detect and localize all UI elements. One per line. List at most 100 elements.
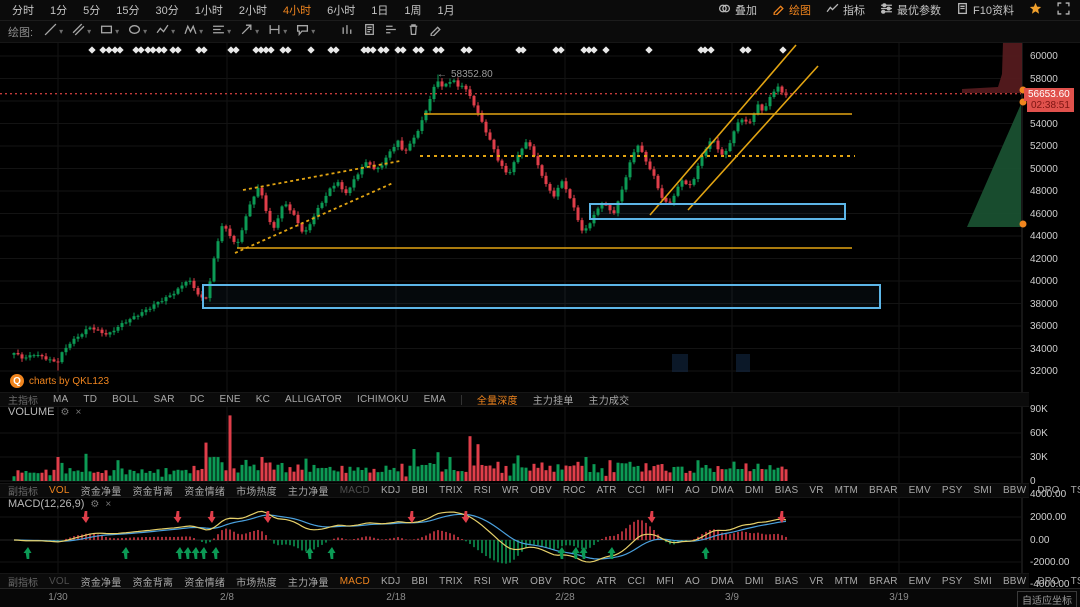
xabcd-pattern-tool[interactable]: ▾: [184, 23, 203, 41]
long-position-tool[interactable]: [341, 23, 354, 41]
indicator-tab[interactable]: WR: [502, 576, 519, 587]
indicator-tab[interactable]: DMA: [711, 485, 734, 496]
indicator-tab[interactable]: MACD: [340, 485, 370, 496]
chevron-down-icon[interactable]: ▾: [87, 27, 91, 36]
indicator-tab[interactable]: 主力挂单: [533, 392, 574, 407]
indicator-tab[interactable]: DPO: [1037, 485, 1059, 496]
favorite-button[interactable]: [1029, 2, 1042, 18]
indicator-tab[interactable]: TSI: [1071, 485, 1080, 496]
interval-tab[interactable]: 1月: [430, 2, 463, 18]
indicator-tab[interactable]: ATR: [597, 576, 617, 587]
indicator-tab[interactable]: VR: [809, 485, 823, 496]
interval-tab[interactable]: 1分: [42, 2, 75, 18]
main-chart-canvas[interactable]: [0, 0, 1080, 607]
indicator-tab[interactable]: VOL: [49, 485, 70, 496]
indicator-tab[interactable]: CCI: [628, 576, 646, 587]
indicator-tab[interactable]: RSI: [474, 485, 491, 496]
gear-icon[interactable]: ⚙: [60, 407, 69, 418]
interval-tab[interactable]: 6小时: [319, 2, 363, 18]
indicator-tab[interactable]: 资金净量: [81, 574, 122, 589]
indicator-tab[interactable]: AO: [685, 485, 700, 496]
indicator-tab[interactable]: KC: [256, 394, 270, 405]
indicator-tab[interactable]: ENE: [220, 394, 241, 405]
indicator-tab[interactable]: TRIX: [439, 576, 463, 587]
indicator-tab[interactable]: BBI: [411, 576, 428, 587]
interval-tab[interactable]: 1小时: [187, 2, 231, 18]
indicator-tab[interactable]: ALLIGATOR: [285, 394, 342, 405]
indicator-tab[interactable]: ATR: [597, 485, 617, 496]
interval-tab[interactable]: 15分: [108, 2, 147, 18]
indicator-tab[interactable]: SAR: [154, 394, 175, 405]
menu-item-overlay[interactable]: 叠加: [718, 2, 757, 18]
indicator-tab[interactable]: DMA: [711, 576, 734, 587]
event-markers[interactable]: [88, 46, 786, 53]
indicator-tab[interactable]: WR: [502, 485, 519, 496]
parallel-channel-tool[interactable]: ▾: [72, 23, 91, 41]
fib-lines-tool[interactable]: ▾: [212, 23, 231, 41]
chevron-down-icon[interactable]: ▾: [115, 27, 119, 36]
indicator-tab[interactable]: RSI: [474, 576, 491, 587]
indicator-tab[interactable]: SMI: [974, 576, 992, 587]
anchored-note-tool[interactable]: [363, 23, 376, 41]
rectangle-tool[interactable]: ▾: [100, 23, 119, 41]
indicator-tab[interactable]: 资金背离: [132, 574, 173, 589]
indicator-tab[interactable]: TSI: [1071, 576, 1080, 587]
arrow-tool[interactable]: ▾: [240, 23, 259, 41]
callout-tool[interactable]: ▾: [296, 23, 315, 41]
chevron-down-icon[interactable]: ▾: [199, 27, 203, 36]
gear-icon[interactable]: ⚙: [90, 499, 99, 510]
chevron-down-icon[interactable]: ▾: [311, 27, 315, 36]
indicator-tab[interactable]: SMI: [974, 485, 992, 496]
indicator-tab[interactable]: EMV: [909, 576, 931, 587]
indicator-tab[interactable]: CCI: [628, 485, 646, 496]
indicator-tab[interactable]: MFI: [656, 485, 674, 496]
indicator-tab[interactable]: BIAS: [775, 576, 799, 587]
indicator-tab[interactable]: MTM: [835, 485, 858, 496]
indicator-tab[interactable]: 主力净量: [288, 483, 329, 498]
indicator-tab[interactable]: PSY: [942, 576, 963, 587]
indicator-tab[interactable]: ROC: [563, 576, 586, 587]
trend-line-tool[interactable]: ▾: [44, 23, 63, 41]
interval-tab[interactable]: 2小时: [231, 2, 275, 18]
menu-item-document[interactable]: F10资料: [956, 2, 1014, 18]
adaptive-scale-toggle[interactable]: 自适应坐标: [1017, 591, 1077, 607]
indicator-tab[interactable]: ROC: [563, 485, 586, 496]
indicator-tab[interactable]: DC: [190, 394, 205, 405]
indicator-tab[interactable]: 市场热度: [236, 483, 277, 498]
indicator-tab[interactable]: OBV: [530, 576, 552, 587]
brush-tool[interactable]: [429, 23, 442, 41]
indicator-tab[interactable]: MA: [53, 394, 68, 405]
indicator-tab[interactable]: DMI: [745, 576, 764, 587]
close-icon[interactable]: ×: [105, 499, 111, 510]
price-range-tool[interactable]: ▾: [268, 23, 287, 41]
time-axis[interactable]: 1/302/82/182/283/93/19 自适应坐标: [0, 588, 1080, 607]
indicator-tab[interactable]: DPO: [1037, 576, 1059, 587]
indicator-tab[interactable]: 全量深度: [477, 392, 518, 407]
indicator-tab[interactable]: ICHIMOKU: [357, 394, 409, 405]
interval-tab[interactable]: 30分: [148, 2, 187, 18]
indicator-tab[interactable]: TD: [83, 394, 97, 405]
chevron-down-icon[interactable]: ▾: [227, 27, 231, 36]
drawing-handle-dot[interactable]: [1020, 221, 1027, 228]
indicator-tab[interactable]: 资金情绪: [184, 483, 225, 498]
indicator-tab[interactable]: MFI: [656, 576, 674, 587]
indicator-tab[interactable]: MTM: [835, 576, 858, 587]
indicator-tab[interactable]: 资金净量: [81, 483, 122, 498]
indicator-tab[interactable]: VOL: [49, 576, 70, 587]
indicator-tab[interactable]: KDJ: [381, 576, 401, 587]
menu-item-indicator[interactable]: 指标: [826, 2, 865, 18]
indicator-tab[interactable]: BBW: [1003, 576, 1026, 587]
indicator-tab[interactable]: KDJ: [381, 485, 401, 496]
volume-profile-tool[interactable]: [385, 23, 398, 41]
interval-tab[interactable]: 分时: [4, 2, 42, 18]
indicator-tab[interactable]: AO: [685, 576, 700, 587]
chevron-down-icon[interactable]: ▾: [171, 27, 175, 36]
trash-tool[interactable]: [407, 23, 420, 41]
menu-item-sliders[interactable]: 最优参数: [880, 2, 941, 18]
indicator-tab[interactable]: PSY: [942, 485, 963, 496]
indicator-tab[interactable]: BBW: [1003, 485, 1026, 496]
chevron-down-icon[interactable]: ▾: [143, 27, 147, 36]
indicator-tab[interactable]: 主力成交: [589, 392, 630, 407]
indicator-tab[interactable]: OBV: [530, 485, 552, 496]
close-icon[interactable]: ×: [75, 407, 81, 418]
